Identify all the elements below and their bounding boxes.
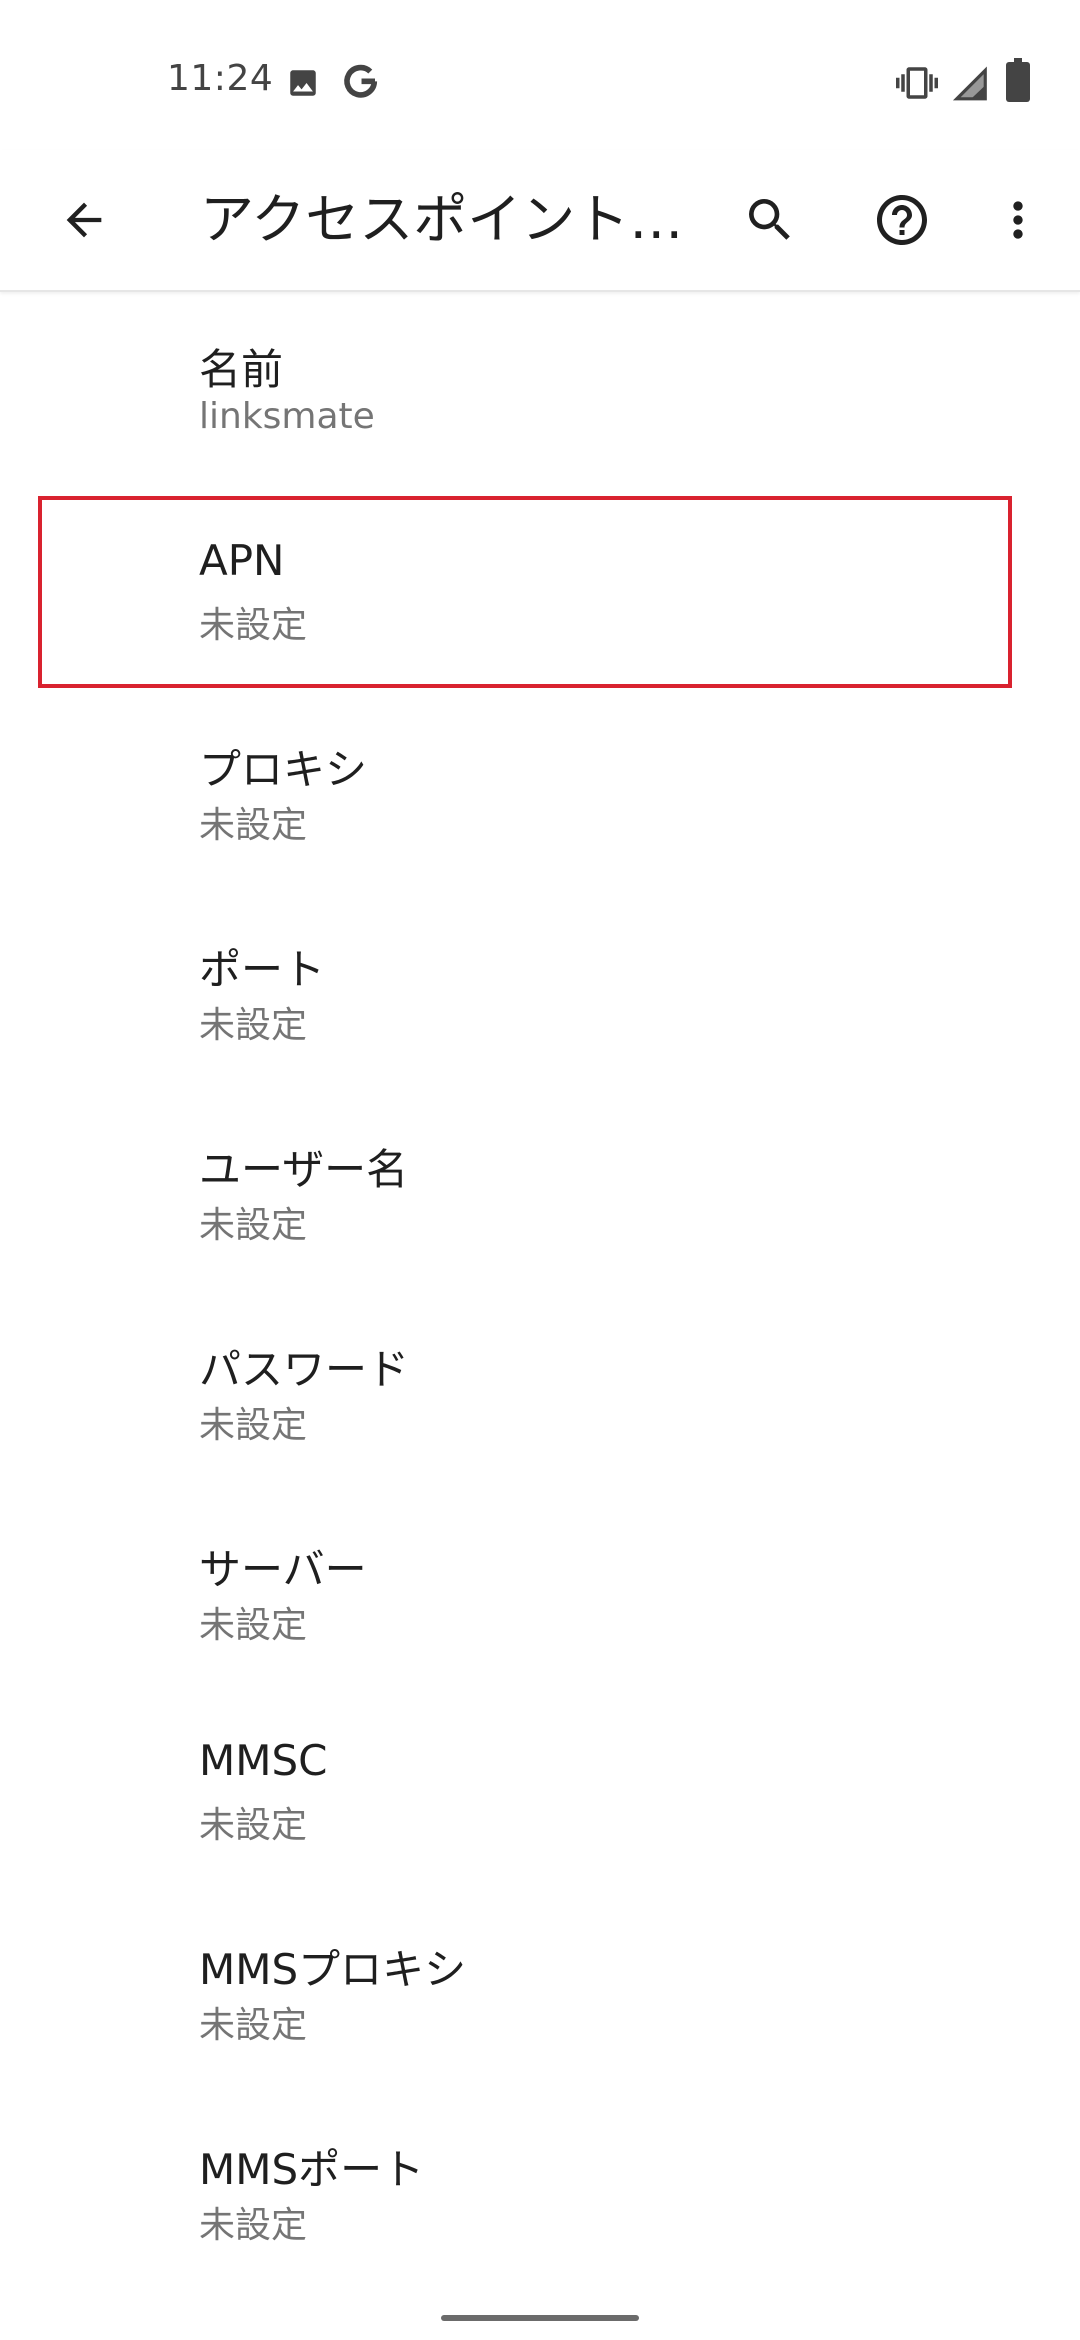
field-username[interactable]: ユーザー名 未設定 — [0, 1092, 1080, 1292]
field-label: パスワード — [199, 1345, 410, 1394]
field-server[interactable]: サーバー 未設定 — [0, 1492, 1080, 1692]
field-mms-proxy[interactable]: MMSプロキシ 未設定 — [0, 1892, 1080, 2092]
arrow-back-icon — [66, 202, 102, 238]
back-button[interactable] — [44, 180, 124, 260]
field-value: 未設定 — [199, 1605, 308, 1646]
field-apn[interactable]: APN 未設定 — [0, 492, 1080, 692]
apn-edit-screen: 11:24 アクセスポイント… 名前 linksmate APN 未設定 プロキ… — [0, 0, 1080, 2340]
field-value: linksmate — [199, 396, 375, 437]
help-icon — [877, 195, 927, 245]
more-options-button[interactable] — [978, 180, 1058, 260]
field-mmsc[interactable]: MMSC 未設定 — [0, 1692, 1080, 1892]
more-vert-icon — [1013, 201, 1023, 239]
signal-icon — [952, 64, 990, 106]
field-label: サーバー — [199, 1545, 367, 1594]
field-mms-port[interactable]: MMSポート 未設定 — [0, 2092, 1080, 2292]
status-bar: 11:24 — [0, 0, 1080, 150]
page-title: アクセスポイント… — [200, 188, 680, 251]
image-icon — [286, 66, 320, 104]
google-g-icon — [340, 60, 382, 106]
search-button[interactable] — [730, 180, 810, 260]
field-label: MMSプロキシ — [199, 1945, 467, 1994]
search-icon — [749, 199, 790, 240]
help-button[interactable] — [862, 180, 942, 260]
field-label: APN — [199, 536, 285, 585]
field-value: 未設定 — [199, 1005, 308, 1046]
field-value: 未設定 — [199, 1805, 308, 1846]
field-label: プロキシ — [199, 745, 368, 794]
field-label: 名前 — [199, 345, 284, 394]
vibrate-icon — [896, 62, 938, 108]
field-value: 未設定 — [199, 1205, 308, 1246]
field-value: 未設定 — [199, 805, 308, 846]
status-time: 11:24 — [167, 58, 274, 99]
field-port[interactable]: ポート 未設定 — [0, 892, 1080, 1092]
field-label: ポート — [199, 945, 326, 994]
field-password[interactable]: パスワード 未設定 — [0, 1292, 1080, 1492]
field-label: MMSポート — [199, 2145, 425, 2194]
field-proxy[interactable]: プロキシ 未設定 — [0, 692, 1080, 892]
field-value: 未設定 — [199, 2005, 308, 2046]
field-value: 未設定 — [199, 2205, 308, 2246]
field-label: MMSC — [199, 1736, 328, 1785]
app-bar: アクセスポイント… — [0, 150, 1080, 292]
gesture-nav-handle[interactable] — [441, 2315, 639, 2321]
field-value: 未設定 — [199, 1405, 308, 1446]
field-value: 未設定 — [199, 605, 308, 646]
field-name[interactable]: 名前 linksmate — [0, 292, 1080, 492]
field-label: ユーザー名 — [199, 1145, 409, 1194]
apn-field-list: 名前 linksmate APN 未設定 プロキシ 未設定 ポート 未設定 ユー… — [0, 292, 1080, 2292]
battery-icon — [1006, 58, 1030, 106]
